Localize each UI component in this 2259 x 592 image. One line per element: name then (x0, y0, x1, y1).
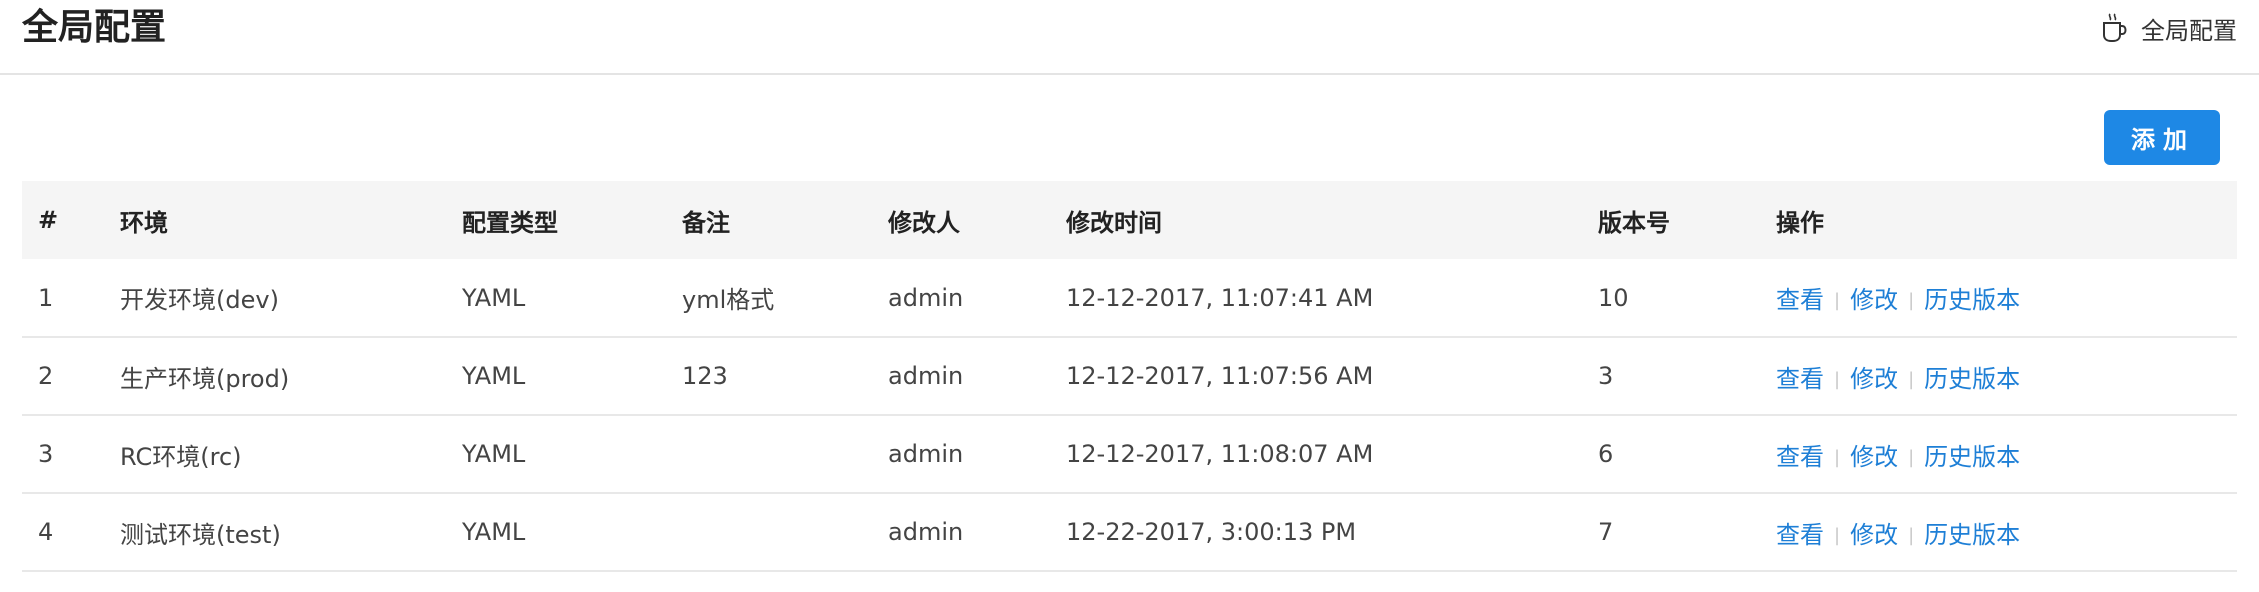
cell-env: 生产环境(prod) (120, 364, 290, 393)
action-separator: | (1908, 524, 1915, 546)
add-button[interactable]: 添加 (2104, 110, 2220, 165)
history-link[interactable]: 历史版本 (1924, 521, 2020, 549)
table-header-row: # 环境 配置类型 备注 修改人 修改时间 版本号 操作 (22, 181, 2237, 259)
page-header: 全局配置 全局配置 (0, 0, 2259, 75)
cell-time: 12-12-2017, 11:08:07 AM (1066, 440, 1374, 468)
action-separator: | (1834, 446, 1841, 468)
action-separator: | (1834, 368, 1841, 390)
cell-type: YAML (462, 283, 526, 312)
cell-time: 12-12-2017, 11:07:41 AM (1066, 283, 1374, 312)
view-link[interactable]: 查看 (1776, 286, 1824, 314)
column-header-index: # (38, 206, 59, 234)
config-table-wrap: # 环境 配置类型 备注 修改人 修改时间 版本号 操作 1 开发环境(dev)… (22, 181, 2237, 572)
page: 全局配置 全局配置 添加 # 环境 配置类型 备注 修改人 修改时间 版本号 操… (0, 0, 2259, 592)
column-header-env: 环境 (120, 208, 168, 237)
cell-actions: 查看 | 修改 | 历史版本 (1776, 493, 2237, 571)
action-separator: | (1834, 290, 1841, 311)
cell-type: YAML (462, 440, 526, 468)
cell-actions: 查看 | 修改 | 历史版本 (1776, 337, 2237, 415)
table-header: # 环境 配置类型 备注 修改人 修改时间 版本号 操作 (22, 181, 2237, 259)
cell-actions: 查看 | 修改 | 历史版本 (1776, 259, 2237, 337)
edit-link[interactable]: 修改 (1850, 365, 1898, 393)
cell-version: 3 (1598, 362, 1614, 390)
edit-link[interactable]: 修改 (1850, 443, 1898, 471)
cell-env: RC环境(rc) (120, 442, 242, 471)
cell-actions: 查看 | 修改 | 历史版本 (1776, 415, 2237, 493)
table-row: 1 开发环境(dev) YAML yml格式 admin 12-12-2017,… (22, 259, 2237, 337)
cell-user: admin (888, 283, 964, 312)
cell-version: 7 (1598, 518, 1614, 546)
edit-link[interactable]: 修改 (1850, 521, 1898, 549)
table-row: 2 生产环境(prod) YAML 123 admin 12-12-2017, … (22, 337, 2237, 415)
history-link[interactable]: 历史版本 (1924, 365, 2020, 393)
action-separator: | (1908, 290, 1915, 311)
cell-version: 6 (1598, 440, 1614, 468)
cell-version: 10 (1598, 283, 1629, 312)
cell-env: 开发环境(dev) (120, 286, 279, 314)
cell-note (682, 415, 888, 493)
action-separator: | (1908, 368, 1915, 390)
history-link[interactable]: 历史版本 (1924, 443, 2020, 471)
view-link[interactable]: 查看 (1776, 443, 1824, 471)
cell-note: 123 (682, 362, 728, 390)
cell-type: YAML (462, 362, 526, 390)
coffee-cup-icon (2101, 13, 2127, 43)
cell-type: YAML (462, 518, 526, 546)
action-separator: | (1834, 524, 1841, 546)
column-header-version: 版本号 (1598, 208, 1670, 237)
table-row: 4 测试环境(test) YAML admin 12-22-2017, 3:00… (22, 493, 2237, 571)
view-link[interactable]: 查看 (1776, 365, 1824, 393)
table-body: 1 开发环境(dev) YAML yml格式 admin 12-12-2017,… (22, 259, 2237, 571)
edit-link[interactable]: 修改 (1850, 286, 1898, 314)
cell-note (682, 493, 888, 571)
cell-index: 2 (38, 362, 54, 390)
history-link[interactable]: 历史版本 (1924, 286, 2020, 314)
breadcrumb[interactable]: 全局配置 (2101, 8, 2237, 48)
cell-index: 4 (38, 518, 54, 546)
config-table: # 环境 配置类型 备注 修改人 修改时间 版本号 操作 1 开发环境(dev)… (22, 181, 2237, 572)
breadcrumb-label: 全局配置 (2141, 16, 2237, 45)
column-header-note: 备注 (682, 208, 730, 237)
column-header-user: 修改人 (888, 208, 960, 237)
cell-user: admin (888, 440, 964, 468)
column-header-type: 配置类型 (462, 208, 558, 237)
view-link[interactable]: 查看 (1776, 521, 1824, 549)
cell-user: admin (888, 518, 964, 546)
cell-env: 测试环境(test) (120, 520, 281, 549)
cell-index: 1 (38, 283, 54, 312)
cell-note: yml格式 (682, 286, 775, 314)
cell-time: 12-12-2017, 11:07:56 AM (1066, 362, 1374, 390)
cell-user: admin (888, 362, 964, 390)
column-header-time: 修改时间 (1066, 208, 1162, 237)
table-row: 3 RC环境(rc) YAML admin 12-12-2017, 11:08:… (22, 415, 2237, 493)
column-header-actions: 操作 (1776, 208, 1824, 237)
page-title: 全局配置 (22, 7, 167, 48)
cell-time: 12-22-2017, 3:00:13 PM (1066, 518, 1357, 546)
cell-index: 3 (38, 440, 54, 468)
action-separator: | (1908, 446, 1915, 468)
